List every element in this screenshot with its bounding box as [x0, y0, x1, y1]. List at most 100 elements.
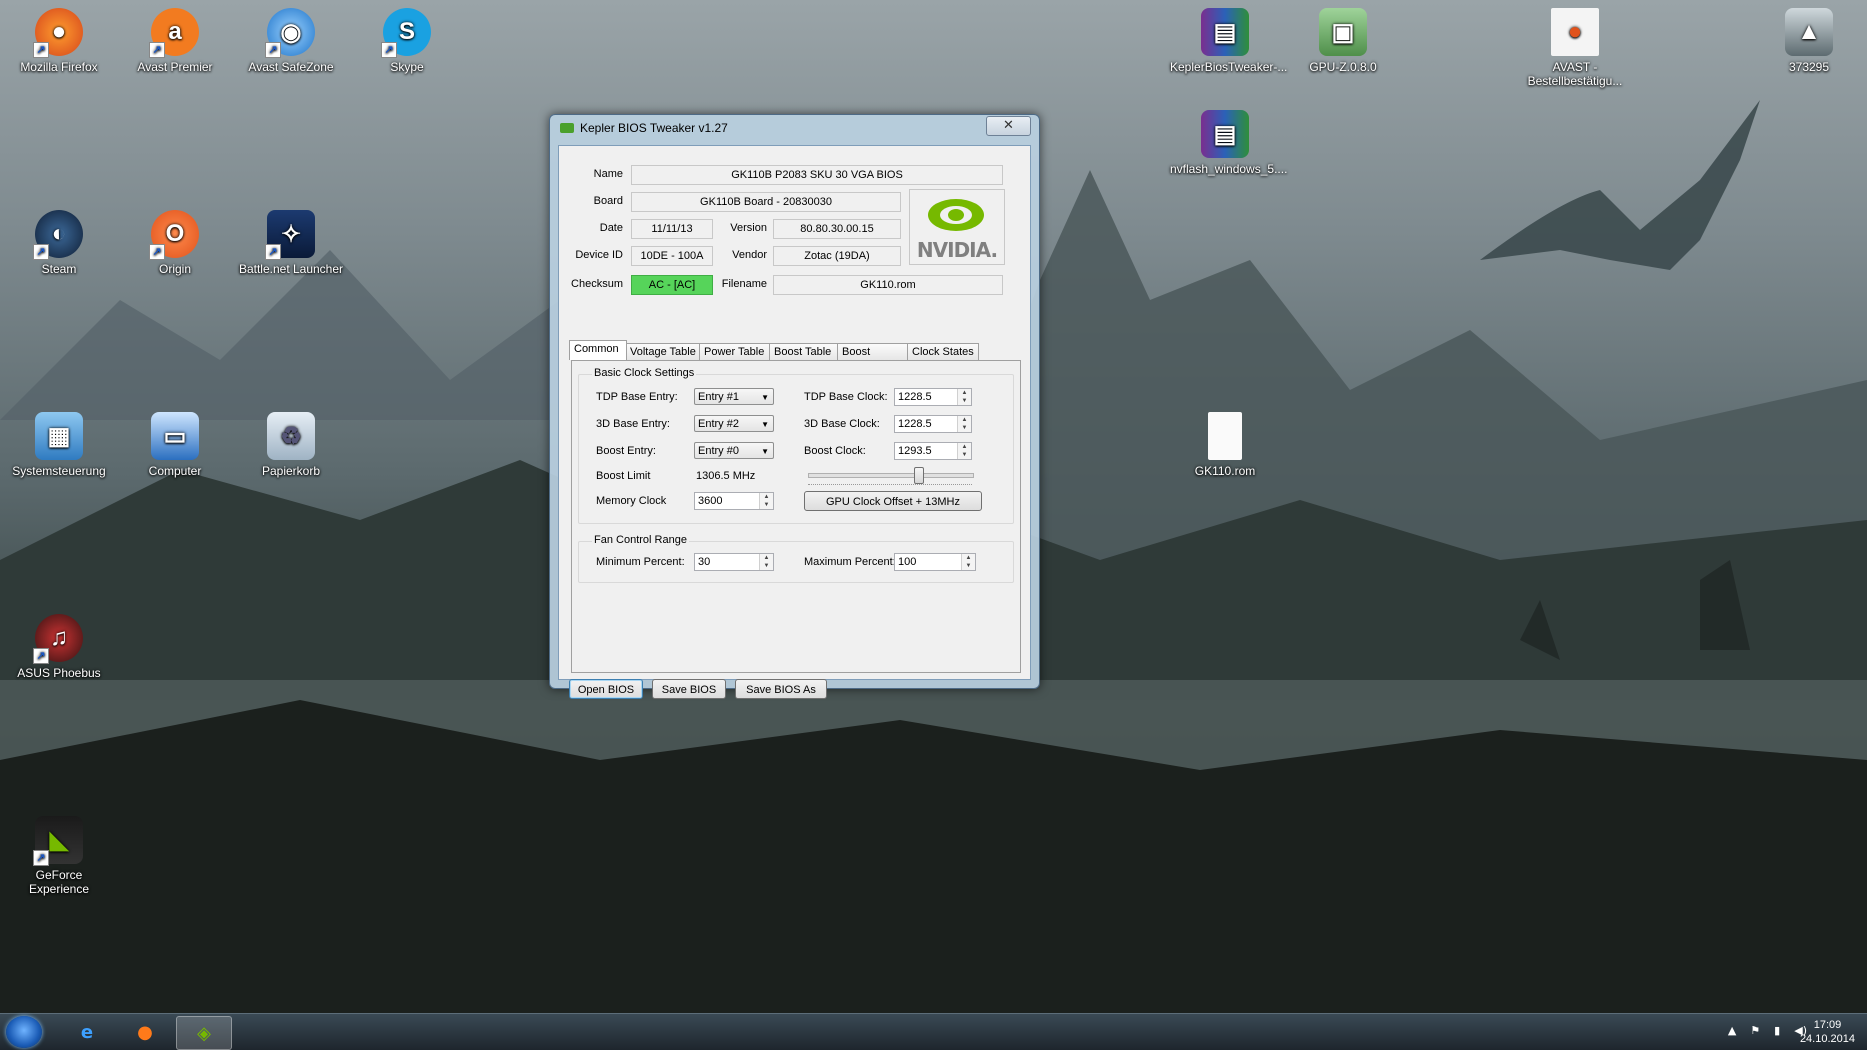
- winrar-archive-icon: ▤: [1201, 110, 1249, 158]
- desktop-icon-nvflash[interactable]: ▤ nvflash_windows_5....: [1170, 104, 1287, 176]
- tdp-base-entry-select[interactable]: Entry #1 ▼: [694, 388, 774, 405]
- desktop-icon-systemsteuerung[interactable]: ▦ Systemsteuerung: [4, 406, 114, 478]
- spinner-buttons[interactable]: ▲ ▼: [957, 443, 971, 459]
- computer-icon: ▭: [151, 412, 199, 460]
- open-bios-button[interactable]: Open BIOS: [569, 679, 643, 699]
- nvidia-wordmark: NVIDIA.: [916, 238, 998, 262]
- version-label: Version: [730, 222, 767, 234]
- shortcut-arrow-icon: ↗: [33, 850, 49, 866]
- tdp-base-clock-label: TDP Base Clock:: [804, 391, 888, 403]
- spinner-buttons[interactable]: ▲ ▼: [957, 416, 971, 432]
- desktop-icon-gpuz[interactable]: ▣ GPU-Z.0.8.0: [1288, 2, 1398, 74]
- boost-clock-input[interactable]: 1293.5 ▲ ▼: [894, 442, 972, 460]
- clock-time: 17:09: [1813, 1019, 1842, 1031]
- icon-label: Skype: [390, 60, 424, 74]
- taskbar-firefox-icon[interactable]: ●: [118, 1016, 172, 1048]
- dropdown-arrow-icon: ▼: [761, 393, 769, 402]
- save-bios-button[interactable]: Save BIOS: [652, 679, 726, 699]
- spin-up-icon[interactable]: ▲: [958, 389, 971, 397]
- tab-clock-states[interactable]: Clock States: [907, 343, 979, 360]
- basic-clock-settings-title: Basic Clock Settings: [592, 367, 697, 379]
- spin-down-icon[interactable]: ▼: [958, 424, 971, 432]
- spinner-buttons[interactable]: ▲ ▼: [957, 389, 971, 405]
- taskbar-internet-explorer-icon[interactable]: e: [60, 1016, 114, 1048]
- title-bar[interactable]: Kepler BIOS Tweaker v1.27 ✕: [550, 115, 1039, 141]
- gpu-offset-slider-thumb[interactable]: [913, 467, 924, 484]
- desktop-icon-avast-safezone[interactable]: ◉ ↗ Avast SafeZone: [236, 2, 346, 74]
- shortcut-arrow-icon: ↗: [265, 244, 281, 260]
- network-icon[interactable]: ▮: [1774, 1024, 1780, 1037]
- spin-down-icon[interactable]: ▼: [958, 397, 971, 405]
- firefox-icon: ● ↗: [33, 8, 83, 58]
- desktop-icon-avast-premier[interactable]: a ↗ Avast Premier: [120, 2, 230, 74]
- desktop-icon-computer[interactable]: ▭ Computer: [120, 406, 230, 478]
- start-button-windows-icon[interactable]: [6, 1016, 42, 1048]
- 3d-base-entry-value: Entry #2: [698, 418, 739, 430]
- spin-down-icon[interactable]: ▼: [958, 451, 971, 459]
- action-center-flag-icon[interactable]: ⚑: [1750, 1024, 1760, 1037]
- desktop-icon-gk110-rom[interactable]: GK110.rom: [1170, 406, 1280, 478]
- memory-clock-label: Memory Clock: [596, 495, 667, 507]
- desktop-icon-firefox[interactable]: ● ↗ Mozilla Firefox: [4, 2, 114, 74]
- spinner-buttons[interactable]: ▲ ▼: [759, 493, 773, 509]
- spinner-buttons[interactable]: ▲ ▼: [759, 554, 773, 570]
- icon-label: GPU-Z.0.8.0: [1309, 60, 1377, 74]
- spin-down-icon[interactable]: ▼: [962, 562, 975, 570]
- boost-limit-value: 1306.5 MHz: [696, 470, 756, 482]
- boost-entry-select[interactable]: Entry #0 ▼: [694, 442, 774, 459]
- gpu-z-icon: ▣: [1319, 8, 1367, 56]
- close-button[interactable]: ✕: [986, 116, 1031, 136]
- spin-up-icon[interactable]: ▲: [760, 493, 773, 501]
- spin-up-icon[interactable]: ▲: [962, 554, 975, 562]
- shortcut-arrow-icon: ↗: [265, 42, 281, 58]
- icon-label: Battle.net Launcher: [238, 262, 344, 276]
- save-bios-as-button[interactable]: Save BIOS As: [735, 679, 827, 699]
- tab-boost-table[interactable]: Boost Table: [769, 343, 839, 360]
- icon-label: Papierkorb: [261, 464, 321, 478]
- tab-common[interactable]: Common: [569, 340, 627, 360]
- maximum-percent-input[interactable]: 100 ▲ ▼: [894, 553, 976, 571]
- memory-clock-input[interactable]: 3600 ▲ ▼: [694, 492, 774, 510]
- icon-label: GK110.rom: [1194, 464, 1256, 478]
- vendor-label: Vendor: [732, 249, 767, 261]
- gpu-clock-offset-button[interactable]: GPU Clock Offset + 13MHz: [804, 491, 982, 511]
- spin-up-icon[interactable]: ▲: [760, 554, 773, 562]
- 3d-base-entry-select[interactable]: Entry #2 ▼: [694, 415, 774, 432]
- tab-power-table[interactable]: Power Table: [699, 343, 771, 360]
- shortcut-arrow-icon: ↗: [33, 648, 49, 664]
- desktop-icon-papierkorb[interactable]: ♻ Papierkorb: [236, 406, 346, 478]
- name-label: Name: [593, 168, 623, 180]
- maximum-percent-value: 100: [898, 556, 917, 568]
- tab-voltage-table[interactable]: Voltage Table: [625, 343, 701, 360]
- gpu-offset-slider-track[interactable]: [808, 473, 974, 478]
- spinner-buttons[interactable]: ▲ ▼: [961, 554, 975, 570]
- tdp-base-clock-input[interactable]: 1228.5 ▲ ▼: [894, 388, 972, 406]
- dropdown-arrow-icon: ▼: [761, 420, 769, 429]
- desktop-icon-keplerbiostweaker[interactable]: ▤ KeplerBiosTweaker-...: [1170, 2, 1287, 74]
- firefox-document-icon: ●: [1551, 8, 1599, 56]
- tab-boost-states[interactable]: Boost States: [837, 343, 909, 374]
- desktop-icon-skype[interactable]: S ↗ Skype: [352, 2, 462, 74]
- avast-icon: a ↗: [149, 8, 199, 58]
- spin-up-icon[interactable]: ▲: [958, 416, 971, 424]
- 3d-base-clock-input[interactable]: 1228.5 ▲ ▼: [894, 415, 972, 433]
- desktop-icon-battlenet[interactable]: ✧ ↗ Battle.net Launcher: [236, 204, 346, 276]
- desktop-icon-asus-phoebus[interactable]: ♫ ↗ ASUS Phoebus: [4, 608, 114, 680]
- spin-down-icon[interactable]: ▼: [760, 501, 773, 509]
- taskbar-kepler-bios-tweaker-icon[interactable]: ◈: [176, 1016, 232, 1050]
- shortcut-arrow-icon: ↗: [33, 42, 49, 58]
- taskbar-clock[interactable]: 17:09 24.10.2014: [1800, 1018, 1855, 1046]
- date-field: 11/11/13: [631, 219, 713, 239]
- spin-down-icon[interactable]: ▼: [760, 562, 773, 570]
- desktop-icon-373295[interactable]: ▲ 373295: [1754, 2, 1864, 74]
- minimum-percent-input[interactable]: 30 ▲ ▼: [694, 553, 774, 571]
- spin-up-icon[interactable]: ▲: [958, 443, 971, 451]
- desktop-icon-avast-document[interactable]: ● AVAST - Bestellbestätigu...: [1520, 2, 1630, 88]
- show-hidden-icons-icon[interactable]: ▲: [1728, 1024, 1736, 1037]
- desktop-icon-origin[interactable]: O ↗ Origin: [120, 204, 230, 276]
- desktop-icon-geforce-experience[interactable]: ◣ ↗ GeForce Experience: [4, 810, 114, 896]
- icon-label: Avast Premier: [137, 60, 213, 74]
- system-tray: ▲ ⚑ ▮ ◀): [1728, 1024, 1807, 1037]
- desktop-icon-steam[interactable]: ◐ ↗ Steam: [4, 204, 114, 276]
- 3d-base-clock-label: 3D Base Clock:: [804, 418, 880, 430]
